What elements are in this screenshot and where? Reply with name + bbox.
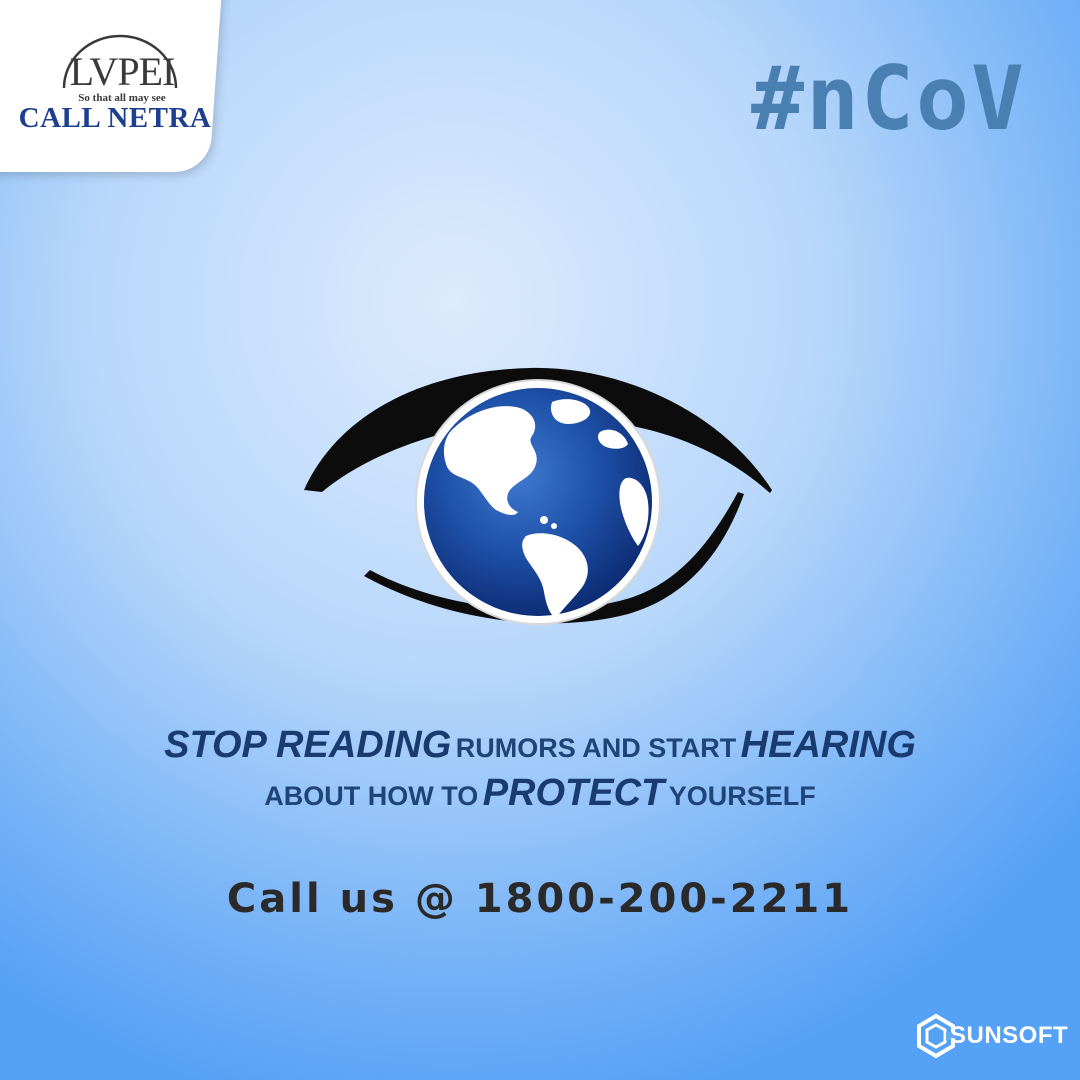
message-emphasis: STOP READING <box>164 724 452 766</box>
message-text: ABOUT HOW TO <box>264 780 479 811</box>
message: STOP READING RUMORS AND START HEARING AB… <box>0 722 1080 817</box>
brand-name: SUNSOFT <box>950 1022 1069 1049</box>
message-line-1: STOP READING RUMORS AND START HEARING <box>0 722 1080 770</box>
poster: LVPEI So that all may see CALL NETRA #nC… <box>0 0 1080 1080</box>
hashtag: #nCoV <box>751 47 1026 150</box>
sunsoft-logo: SUNSOFT <box>912 1012 1068 1060</box>
eye-with-globe-icon <box>304 367 772 625</box>
lvpei-logo: LVPEI So that all may see CALL NETRA <box>0 0 230 170</box>
logo-name: CALL NETRA <box>18 102 212 134</box>
message-text: YOURSELF <box>668 780 816 811</box>
message-emphasis: PROTECT <box>482 771 665 814</box>
message-text: RUMORS AND START <box>455 733 737 763</box>
logo-mark: LVPEI <box>69 49 176 94</box>
message-line-2: ABOUT HOW TO PROTECT YOURSELF <box>0 770 1080 818</box>
call-us-text: Call us @ 1800-200-2211 <box>226 876 854 922</box>
message-emphasis: HEARING <box>740 724 916 766</box>
